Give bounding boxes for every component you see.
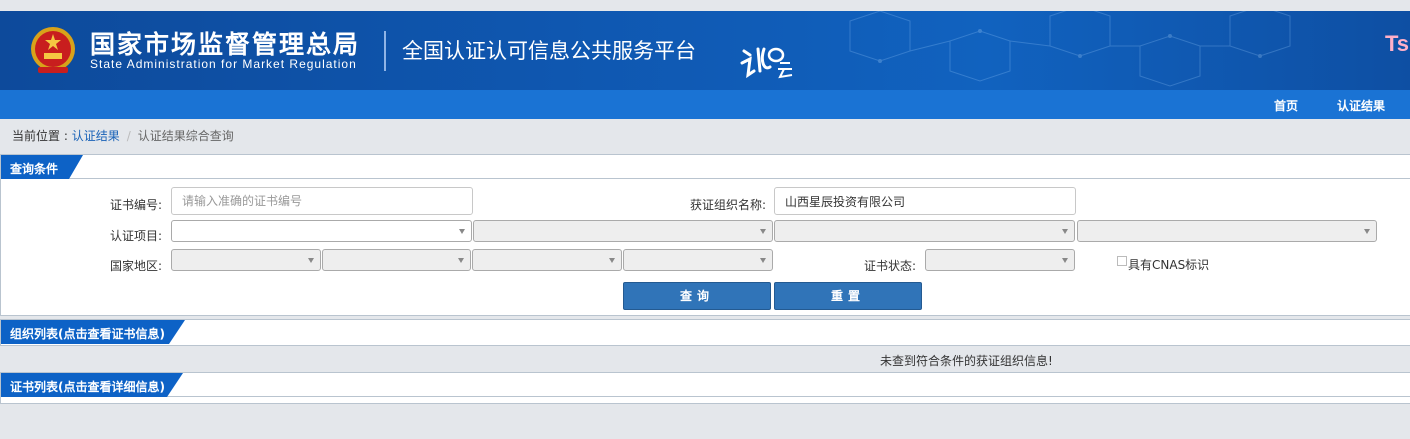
org-list-panel-header: 组织列表(点击查看证书信息) bbox=[1, 320, 1410, 344]
network-background-graphic bbox=[849, 11, 1291, 87]
org-list-panel: 组织列表(点击查看证书信息) bbox=[0, 319, 1410, 346]
chevron-down-icon bbox=[308, 258, 314, 263]
cert-project-select-1[interactable] bbox=[171, 220, 472, 242]
cnas-checkbox[interactable] bbox=[1117, 256, 1127, 266]
org-list-panel-title: 组织列表(点击查看证书信息) bbox=[10, 327, 165, 341]
query-panel-tab: 查询条件 bbox=[1, 155, 83, 179]
cnas-checkbox-label: 具有CNAS标识 bbox=[1128, 258, 1210, 272]
search-button[interactable]: 查询 bbox=[623, 282, 771, 310]
top-strip bbox=[0, 0, 1410, 11]
agency-title-cn: 国家市场监督管理总局 bbox=[90, 30, 361, 59]
nav-item-cert-results[interactable]: 认证结果 bbox=[1337, 97, 1385, 114]
reset-button[interactable]: 重置 bbox=[774, 282, 922, 310]
cert-list-panel-title: 证书列表(点击查看详细信息) bbox=[10, 380, 165, 394]
chevron-down-icon bbox=[1062, 229, 1068, 234]
header-divider bbox=[384, 31, 386, 71]
cert-project-select-2[interactable] bbox=[473, 220, 773, 242]
region-select-2[interactable] bbox=[322, 249, 471, 271]
chevron-down-icon bbox=[609, 258, 615, 263]
query-panel-title: 查询条件 bbox=[10, 162, 59, 176]
chevron-down-icon bbox=[1364, 229, 1370, 234]
cert-project-label: 认证项目: bbox=[109, 229, 162, 243]
chevron-down-icon bbox=[760, 258, 766, 263]
chevron-down-icon bbox=[1062, 258, 1068, 263]
query-panel-header: 查询条件 bbox=[1, 155, 1410, 179]
region-select-1[interactable] bbox=[171, 249, 321, 271]
region-select-3[interactable] bbox=[472, 249, 622, 271]
renzheng-yun-logo-icon bbox=[740, 47, 793, 79]
cert-status-select[interactable] bbox=[925, 249, 1075, 271]
breadcrumb-separator: / bbox=[126, 129, 131, 143]
chevron-down-icon bbox=[459, 229, 465, 234]
cert-status-label: 证书状态: bbox=[863, 259, 916, 273]
nav-item-home[interactable]: 首页 bbox=[1274, 97, 1298, 114]
chevron-down-icon bbox=[458, 258, 464, 263]
national-emblem-icon bbox=[31, 27, 75, 73]
cert-project-select-4[interactable] bbox=[1077, 220, 1377, 242]
region-select-4[interactable] bbox=[623, 249, 773, 271]
org-name-label: 获证组织名称: bbox=[689, 198, 766, 212]
breadcrumb-current: 认证结果综合查询 bbox=[137, 129, 234, 143]
org-name-input[interactable] bbox=[774, 187, 1076, 215]
cert-list-panel: 证书列表(点击查看详细信息) bbox=[0, 372, 1410, 404]
chevron-down-icon bbox=[760, 229, 766, 234]
breadcrumb: 当前位置 : 认证结果 / 认证结果综合查询 bbox=[12, 127, 234, 144]
header-corner-text: Tsi bbox=[1385, 31, 1410, 56]
site-header: 国家市场监督管理总局 State Administration for Mark… bbox=[0, 11, 1410, 90]
cert-no-label: 证书编号: bbox=[109, 198, 162, 212]
main-nav: 首页 认证结果 bbox=[0, 90, 1410, 119]
cert-no-input[interactable] bbox=[171, 187, 473, 215]
breadcrumb-link-cert-results[interactable]: 认证结果 bbox=[72, 129, 120, 143]
cert-list-panel-header: 证书列表(点击查看详细信息) bbox=[1, 373, 1410, 397]
cert-list-panel-tab: 证书列表(点击查看详细信息) bbox=[1, 373, 183, 397]
org-list-panel-tab: 组织列表(点击查看证书信息) bbox=[1, 320, 185, 344]
platform-title: 全国认证认可信息公共服务平台 bbox=[402, 39, 696, 63]
breadcrumb-prefix: 当前位置 : bbox=[12, 129, 72, 143]
cert-project-select-3[interactable] bbox=[774, 220, 1075, 242]
region-label: 国家地区: bbox=[109, 259, 162, 273]
org-list-empty-message: 未查到符合条件的获证组织信息! bbox=[880, 354, 1053, 368]
agency-title-en: State Administration for Market Regulati… bbox=[90, 57, 357, 71]
